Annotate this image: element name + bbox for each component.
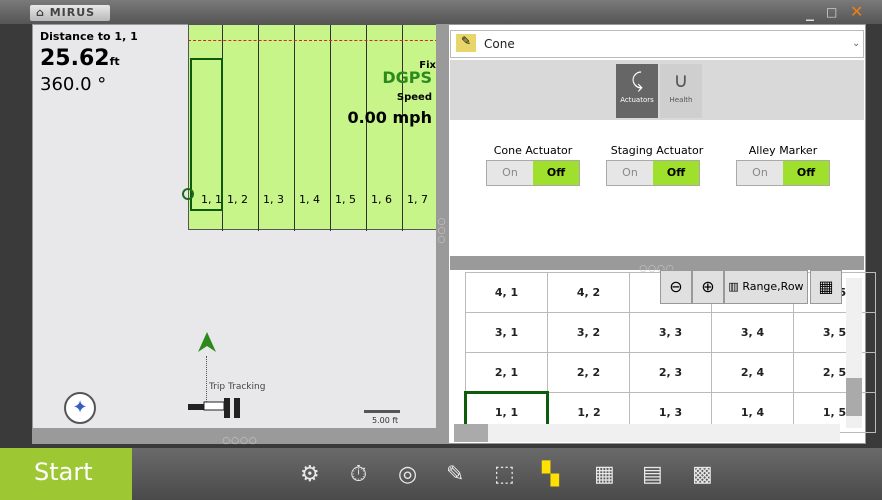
- tab-label: Actuators: [620, 96, 654, 104]
- scale-label: 5.00 ft: [372, 416, 399, 425]
- map-view-button[interactable]: ▦: [810, 270, 842, 304]
- grid-cell[interactable]: 3, 2: [547, 312, 630, 353]
- plot-label: 1, 5: [335, 193, 356, 206]
- grid-cell[interactable]: 2, 3: [629, 352, 712, 393]
- plot-divider: [258, 25, 259, 231]
- grid-cell[interactable]: 4, 1: [465, 272, 548, 313]
- zoom-in-icon: ⊕: [701, 277, 715, 296]
- tab-label: Health: [669, 96, 693, 104]
- actuator-label: Alley Marker: [748, 144, 818, 157]
- grid-cell[interactable]: 3, 3: [629, 312, 712, 353]
- plugin-icon: ✎: [456, 34, 476, 52]
- tab-health[interactable]: ∪ Health: [660, 64, 702, 118]
- implement-icon: [188, 398, 240, 418]
- plot-label: 1, 2: [227, 193, 248, 206]
- home-icon: ⌂: [36, 6, 50, 19]
- field-boundary-line: [188, 40, 438, 41]
- plot-label: 1, 3: [263, 193, 284, 206]
- speed-value: 0.00 mph: [347, 108, 432, 127]
- grip-icon: ○ ○ ○: [437, 217, 447, 245]
- toggle-off[interactable]: Off: [653, 161, 699, 185]
- grid-cell[interactable]: 3, 1: [465, 312, 548, 353]
- stethoscope-icon: ∪: [673, 68, 689, 92]
- grid-cell[interactable]: 2, 1: [465, 352, 548, 393]
- actuator-icon: ⤹: [631, 68, 643, 92]
- hscroll-thumb[interactable]: [454, 424, 488, 442]
- actuator-label: Staging Actuator: [610, 144, 704, 157]
- vertical-splitter[interactable]: ○ ○ ○: [436, 24, 448, 444]
- range-row-label: Range,Row: [742, 280, 804, 293]
- plot-divider: [294, 25, 295, 231]
- distance-unit: ft: [109, 55, 120, 68]
- distance-value: 25.62ft: [40, 46, 120, 71]
- distance-label: Distance to 1, 1: [40, 30, 138, 43]
- plot-divider: [366, 25, 367, 231]
- barcode-icon: ▥: [728, 280, 743, 293]
- scrollbar-thumb[interactable]: [846, 378, 862, 416]
- speed-label: Speed: [396, 92, 432, 103]
- toggle-on[interactable]: On: [737, 161, 783, 185]
- toggle-on[interactable]: On: [607, 161, 653, 185]
- alley-marker-toggle[interactable]: On Off: [736, 160, 830, 186]
- app-logo: ⌂ MIRUS: [30, 5, 110, 21]
- grid-cell[interactable]: 3, 4: [711, 312, 794, 353]
- chart-icon[interactable]: ⬚: [494, 462, 515, 488]
- grid-icon[interactable]: ▩: [692, 462, 713, 488]
- fix-value: DGPS: [382, 68, 432, 87]
- plot-divider: [330, 25, 331, 231]
- table-row: 3, 1 3, 2 3, 3 3, 4 3, 5: [465, 312, 876, 353]
- grip-icon: ○○○○: [222, 436, 258, 446]
- logo-text: MIRUS: [49, 6, 96, 19]
- distance-number: 25.62: [40, 46, 110, 71]
- map-icon: ▦: [818, 277, 834, 296]
- horizontal-scrollbar[interactable]: [454, 424, 840, 442]
- title-bar: [0, 0, 882, 24]
- compass-icon[interactable]: ✦: [64, 392, 96, 424]
- target-marker-icon: [182, 188, 194, 200]
- toggle-off[interactable]: Off: [533, 161, 579, 185]
- chevron-down-icon: ⌄: [852, 38, 861, 49]
- grid-cell[interactable]: 4, 2: [547, 272, 630, 313]
- zoom-in-button[interactable]: ⊕: [692, 270, 724, 304]
- zoom-out-button[interactable]: ⊖: [660, 270, 692, 304]
- minimize-button[interactable]: _: [806, 2, 814, 22]
- toggle-on[interactable]: On: [487, 161, 533, 185]
- field-area[interactable]: 1, 1 1, 2 1, 3 1, 4 1, 5 1, 6 1, 7: [188, 24, 438, 231]
- plot-divider: [402, 25, 403, 231]
- stopwatch-icon[interactable]: ⏱: [350, 462, 367, 488]
- toggle-off[interactable]: Off: [783, 161, 829, 185]
- zoom-out-icon: ⊖: [669, 277, 683, 296]
- close-button[interactable]: ✕: [850, 2, 863, 22]
- grid-cell[interactable]: 2, 4: [711, 352, 794, 393]
- compass-tool-icon[interactable]: ◎: [398, 462, 417, 488]
- grid-cell[interactable]: 2, 2: [547, 352, 630, 393]
- horizontal-splitter[interactable]: ○○○○: [450, 256, 864, 274]
- scale-bar: [364, 410, 400, 413]
- settings-gear-icon[interactable]: ⚙: [300, 462, 320, 488]
- tab-actuators[interactable]: ⤹ Actuators: [616, 64, 658, 118]
- heading-value: 360.0 °: [40, 74, 107, 95]
- staging-actuator-toggle[interactable]: On Off: [606, 160, 700, 186]
- table-icon[interactable]: ▤: [642, 462, 663, 488]
- plot-label: 1, 6: [371, 193, 392, 206]
- plot-layout-icon[interactable]: ▚: [542, 462, 559, 488]
- pencil-icon[interactable]: ✎: [446, 462, 464, 488]
- cone-actuator-toggle[interactable]: On Off: [486, 160, 580, 186]
- grid-cell[interactable]: 2, 5: [793, 352, 876, 393]
- maximize-button[interactable]: □: [826, 2, 837, 22]
- start-button[interactable]: Start: [0, 448, 132, 500]
- grid-cell[interactable]: 3, 5: [793, 312, 876, 353]
- actuator-label: Cone Actuator: [493, 144, 573, 157]
- plugin-name: Cone: [484, 37, 515, 51]
- trip-tracking-label: Trip Tracking: [209, 382, 266, 392]
- plot-label: 1, 7: [407, 193, 428, 206]
- bottom-toolbar: [0, 448, 882, 500]
- range-row-button[interactable]: ▥ Range,Row: [724, 270, 808, 304]
- plot-label: 1, 4: [299, 193, 320, 206]
- table-row: 2, 1 2, 2 2, 3 2, 4 2, 5: [465, 352, 876, 393]
- vehicle-arrow-icon: [198, 332, 216, 352]
- map-resize-handle[interactable]: ○○○○: [32, 428, 448, 446]
- field-map-icon[interactable]: ▦: [594, 462, 615, 488]
- current-plot-highlight: [190, 58, 223, 211]
